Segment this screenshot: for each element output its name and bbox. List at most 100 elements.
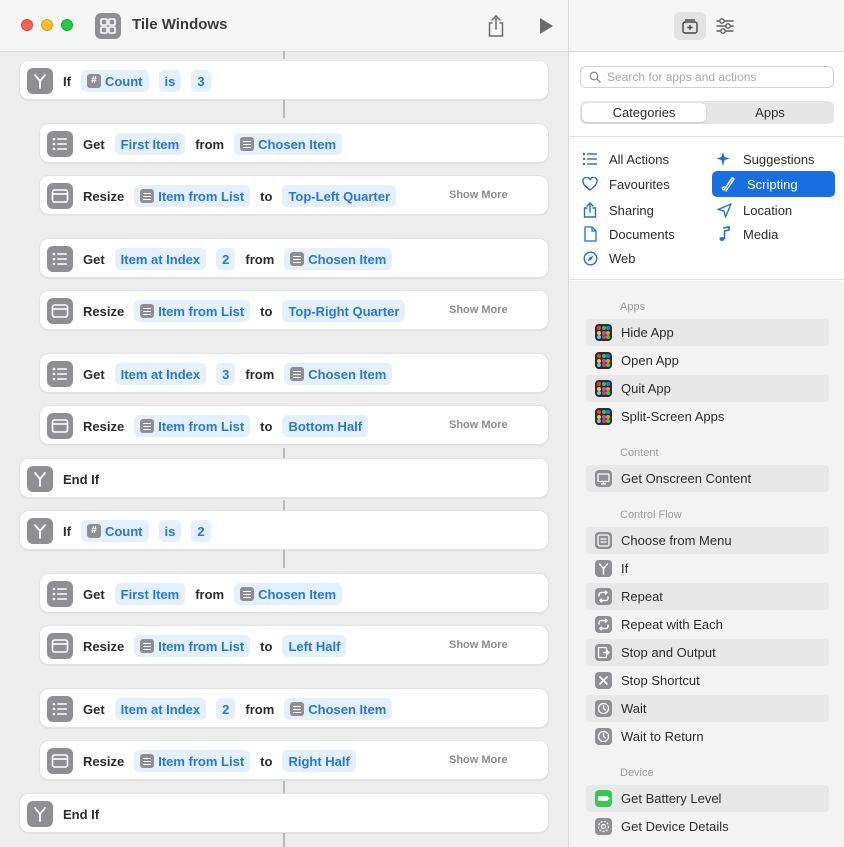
library-item-stop-shortcut[interactable]: Stop Shortcut: [586, 667, 829, 694]
category-location[interactable]: Location: [714, 197, 792, 223]
library-item-wait-to-return[interactable]: Wait to Return: [586, 723, 829, 750]
index-token[interactable]: 2: [216, 698, 236, 720]
index-token[interactable]: 3: [216, 363, 236, 385]
index-token[interactable]: 2: [216, 248, 236, 270]
category-documents[interactable]: Documents: [580, 221, 675, 247]
window-token[interactable]: Item from List: [134, 185, 251, 207]
get-item-token[interactable]: Item at Index: [114, 698, 207, 720]
source-token[interactable]: Chosen Item: [284, 698, 393, 720]
tab-apps[interactable]: Apps: [708, 103, 832, 122]
library-item-open-app[interactable]: Open App: [586, 347, 829, 374]
category-sharing[interactable]: Sharing: [580, 197, 654, 223]
get-item-token-label: Item at Index: [120, 366, 201, 382]
library-item-wait[interactable]: Wait: [586, 695, 829, 722]
library-item-get-device-details[interactable]: Get Device Details: [586, 813, 829, 840]
tab-categories[interactable]: Categories: [582, 103, 706, 122]
action-library-button[interactable]: [674, 12, 706, 40]
get-item-token[interactable]: Item at Index: [114, 248, 207, 270]
action-name: End If: [63, 806, 100, 822]
action-if-block[interactable]: If # Count is 3: [19, 60, 549, 100]
branch-icon: [27, 68, 53, 94]
library-item-repeat-with-each[interactable]: Repeat with Each: [586, 611, 829, 638]
action-get-block[interactable]: Get First Item from Chosen Item: [39, 123, 549, 163]
action-resize-block[interactable]: Resize Item from List to Top-Left Quarter Sh…: [39, 175, 549, 215]
zoom-window-button[interactable]: [61, 19, 73, 31]
source-token[interactable]: Chosen Item: [234, 133, 343, 155]
source-token[interactable]: Chosen Item: [284, 248, 393, 270]
size-token[interactable]: Right Half: [282, 750, 356, 772]
variable-token[interactable]: # Count: [80, 520, 149, 542]
get-item-token[interactable]: First Item: [114, 133, 186, 155]
category-favourites[interactable]: Favourites: [580, 171, 670, 197]
source-token[interactable]: Chosen Item: [234, 583, 343, 605]
action-resize-block[interactable]: Resize Item from List to Right Half Show Mor…: [39, 740, 549, 780]
library-item-quit-app[interactable]: Quit App: [586, 375, 829, 402]
get-item-token[interactable]: First Item: [114, 583, 186, 605]
value-token[interactable]: 2: [191, 520, 211, 542]
show-more-button[interactable]: Show More: [449, 304, 508, 316]
library-item-get-battery-level[interactable]: Get Battery Level: [586, 785, 829, 812]
play-icon[interactable]: [537, 16, 555, 36]
get-device-details-icon: [595, 818, 612, 835]
action-getidx-block[interactable]: Get Item at Index 2 from Chosen Item: [39, 688, 549, 728]
library-item-hide-app[interactable]: Hide App: [586, 319, 829, 346]
action-name: Get: [83, 366, 105, 382]
action-resize-block[interactable]: Resize Item from List to Bottom Half Show Mo…: [39, 405, 549, 445]
action-getidx-block[interactable]: Get Item at Index 3 from Chosen Item: [39, 353, 549, 393]
from-label: from: [245, 701, 275, 717]
apps-grid-icon: [595, 380, 612, 397]
shortcut-icon[interactable]: [95, 13, 121, 39]
show-more-button[interactable]: Show More: [449, 189, 508, 201]
minimize-window-button[interactable]: [41, 19, 53, 31]
library-item-if[interactable]: If: [586, 555, 829, 582]
window-token[interactable]: Item from List: [134, 415, 251, 437]
search-field[interactable]: [580, 66, 834, 88]
condition-token[interactable]: is: [158, 70, 182, 92]
action-parameters: Get First Item from Chosen Item: [83, 574, 352, 614]
library-item-split-screen-apps[interactable]: Split-Screen Apps: [586, 403, 829, 430]
action-if-block[interactable]: If # Count is 2: [19, 510, 549, 550]
window-token[interactable]: Item from List: [134, 300, 251, 322]
value-token[interactable]: 3: [191, 70, 211, 92]
shortcut-title[interactable]: Tile Windows: [132, 16, 227, 33]
list-variable-icon: [290, 252, 305, 266]
action-name: Get: [83, 136, 105, 152]
show-more-button[interactable]: Show More: [449, 419, 508, 431]
get-item-token[interactable]: Item at Index: [114, 363, 207, 385]
category-media[interactable]: Media: [714, 221, 778, 247]
size-token[interactable]: Top-Left Quarter: [282, 185, 397, 207]
category-web[interactable]: Web: [580, 245, 636, 271]
variable-token[interactable]: # Count: [80, 70, 149, 92]
action-resize-block[interactable]: Resize Item from List to Top-Right Quarter S…: [39, 290, 549, 330]
share-icon[interactable]: [486, 14, 506, 38]
category-all-actions[interactable]: All Actions: [580, 146, 669, 172]
library-item-repeat[interactable]: Repeat: [586, 583, 829, 610]
source-token[interactable]: Chosen Item: [284, 363, 393, 385]
condition-token[interactable]: is: [158, 520, 182, 542]
size-token[interactable]: Bottom Half: [282, 415, 369, 437]
action-getidx-block[interactable]: Get Item at Index 2 from Chosen Item: [39, 238, 549, 278]
size-token[interactable]: Top-Right Quarter: [282, 300, 406, 322]
close-window-button[interactable]: [21, 19, 33, 31]
sliders-icon[interactable]: [714, 15, 736, 37]
show-more-button[interactable]: Show More: [449, 754, 508, 766]
action-get-block[interactable]: Get First Item from Chosen Item: [39, 573, 549, 613]
category-suggestions[interactable]: Suggestions: [714, 146, 815, 172]
action-name: Resize: [83, 418, 125, 434]
search-input[interactable]: [607, 69, 827, 85]
window-token[interactable]: Item from List: [134, 750, 251, 772]
library-item-stop-and-output[interactable]: Stop and Output: [586, 639, 829, 666]
show-more-button[interactable]: Show More: [449, 639, 508, 651]
category-scripting[interactable]: Scripting: [712, 171, 835, 197]
list-icon: [580, 151, 600, 167]
document-icon: [580, 226, 600, 242]
action-endif-block[interactable]: End If: [19, 793, 549, 833]
category-label: All Actions: [609, 151, 669, 167]
library-item-choose-from-menu[interactable]: Choose from Menu: [586, 527, 829, 554]
action-endif-block[interactable]: End If: [19, 458, 549, 498]
action-resize-block[interactable]: Resize Item from List to Left Half Show More: [39, 625, 549, 665]
window-token[interactable]: Item from List: [134, 635, 251, 657]
category-label: Documents: [609, 226, 675, 242]
size-token[interactable]: Left Half: [282, 635, 347, 657]
library-item-get-onscreen-content[interactable]: Get Onscreen Content: [586, 465, 829, 492]
